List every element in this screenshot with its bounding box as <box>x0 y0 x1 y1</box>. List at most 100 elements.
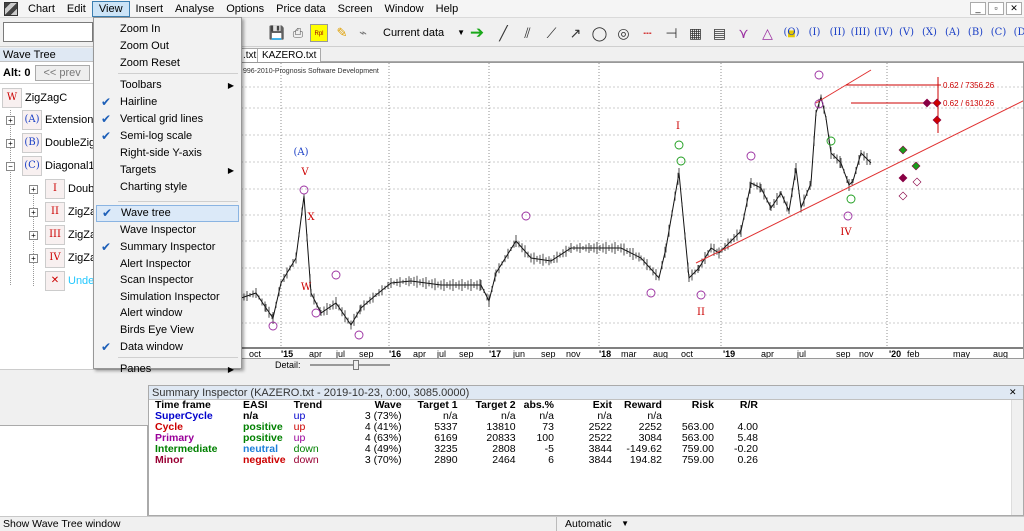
wave-button-d[interactable]: (D) <box>1010 22 1024 44</box>
tree-node-undefined[interactable]: ✕ Unde <box>45 271 94 291</box>
replay-icon[interactable]: Rpl <box>310 24 328 42</box>
summary-row[interactable]: Minor negative down 3 (70%) 2890 2464 6 3844 194… <box>151 455 762 466</box>
brush-icon[interactable]: ⌁ <box>354 24 372 42</box>
tree-node-wave-iv[interactable]: IV ZigZa <box>45 248 96 268</box>
menu-item-wave-inspector[interactable]: Wave Inspector <box>96 222 239 239</box>
menu-analyse[interactable]: Analyse <box>169 1 220 17</box>
close-icon[interactable]: ✕ <box>1009 388 1019 398</box>
menu-item-charting-style[interactable]: Charting style <box>96 179 239 196</box>
expand-icon[interactable]: + <box>29 208 38 217</box>
menu-item-label: Right-side Y-axis <box>120 147 202 159</box>
x-tick-label: nov <box>859 349 874 359</box>
mode-dropdown[interactable]: Automatic ▼ <box>556 517 632 531</box>
wave-button-c[interactable]: (C) <box>987 22 1010 44</box>
wave-button-b[interactable]: (B) <box>964 22 987 44</box>
expand-icon[interactable]: + <box>6 116 15 125</box>
expand-icon[interactable]: + <box>29 254 38 263</box>
checkmark-icon: ✔ <box>101 112 112 126</box>
tab-kazero[interactable]: KAZERO.txt <box>257 48 322 62</box>
menu-screen[interactable]: Screen <box>332 1 379 17</box>
wave-button-ii[interactable]: (II) <box>826 22 849 44</box>
minimize-icon[interactable]: _ <box>970 2 986 15</box>
tree-node-wave-iii[interactable]: III ZigZa <box>45 225 96 245</box>
wave-button-a[interactable]: (A) <box>941 22 964 44</box>
collapse-icon[interactable]: − <box>6 162 15 171</box>
app-logo-icon[interactable] <box>4 1 18 16</box>
pencil-icon[interactable]: ✎ <box>333 24 351 42</box>
menu-options[interactable]: Options <box>220 1 270 17</box>
current-data-dropdown[interactable]: Current data ▼ <box>383 24 467 42</box>
wave-button-x[interactable]: (X) <box>918 22 941 44</box>
fan-icon[interactable]: ⋎ <box>733 22 754 44</box>
wave-iv-icon: IV <box>45 248 65 268</box>
wave-button-i[interactable]: (I) <box>803 22 826 44</box>
menu-item-simulation-inspector[interactable]: Simulation Inspector <box>96 289 239 306</box>
menu-item-zoom-out[interactable]: Zoom Out <box>96 38 239 55</box>
save-icon[interactable]: 💾 <box>268 24 286 42</box>
summary-scrollbar[interactable] <box>1011 400 1023 515</box>
summary-cell-t2: 2464 <box>492 454 516 466</box>
grid-icon[interactable]: ▦ <box>685 22 706 44</box>
tree-node-extension[interactable]: (A) Extension3 <box>22 110 99 130</box>
tree-node-zigzagc[interactable]: W ZigZagC <box>2 88 67 108</box>
table-icon[interactable]: ▤ <box>709 22 730 44</box>
wave-button-v[interactable]: (V) <box>895 22 918 44</box>
expand-icon[interactable]: + <box>29 185 38 194</box>
menu-item-label: Zoom In <box>120 23 161 35</box>
menu-item-birds-eye-view[interactable]: Birds Eye View <box>96 322 239 339</box>
menu-item-label: Toolbars <box>120 79 162 91</box>
menu-window[interactable]: Window <box>379 1 430 17</box>
chart-scrollbar[interactable]: Detail: <box>240 359 1024 371</box>
menu-item-hairline[interactable]: Hairline ✔ <box>96 94 239 111</box>
horizontal-line-icon[interactable]: ⊣ <box>661 22 682 44</box>
line-tool-icon[interactable]: ╱ <box>493 22 514 44</box>
price-chart[interactable]: 0.62 / 7356.26 0.62 / 6130.26 996-2010-Pro… <box>240 62 1024 359</box>
symbol-input[interactable] <box>3 22 93 42</box>
prev-button[interactable]: << prev <box>34 64 90 81</box>
menu-help[interactable]: Help <box>430 1 465 17</box>
detail-slider[interactable] <box>310 364 390 366</box>
menu-item-toolbars[interactable]: Toolbars ▶ <box>96 77 239 94</box>
detail-slider-knob[interactable] <box>353 360 359 370</box>
menu-item-scan-inspector[interactable]: Scan Inspector <box>96 272 239 289</box>
tree-node-wave-i[interactable]: I Doubl <box>45 179 97 199</box>
restore-icon[interactable]: ▫ <box>988 2 1004 15</box>
ray-icon[interactable]: ↗ <box>565 22 586 44</box>
wave-button-o[interactable]: (O) <box>780 22 803 44</box>
expand-icon[interactable]: + <box>6 139 15 148</box>
tree-node-wave-ii[interactable]: II ZigZa <box>45 202 96 222</box>
tree-node-doublezigzag[interactable]: (B) DoubleZigZ <box>22 133 102 153</box>
menu-item-semi-log-scale[interactable]: Semi-log scale ✔ <box>96 128 239 145</box>
print-icon[interactable]: ⎙ <box>289 24 307 42</box>
menu-edit[interactable]: Edit <box>61 1 92 17</box>
go-arrow-icon[interactable]: ➔ <box>468 24 486 42</box>
menu-item-summary-inspector[interactable]: Summary Inspector ✔ <box>96 239 239 256</box>
menu-item-targets[interactable]: Targets ▶ <box>96 162 239 179</box>
menu-view[interactable]: View <box>91 0 130 17</box>
wave-button-iii[interactable]: (III) <box>849 22 872 44</box>
menu-item-data-window[interactable]: Data window ✔ <box>96 339 239 356</box>
menu-item-vertical-grid-lines[interactable]: Vertical grid lines ✔ <box>96 111 239 128</box>
detail-label: Detail: <box>275 360 301 370</box>
menu-item-zoom-reset[interactable]: Zoom Reset <box>96 55 239 72</box>
menu-item-alert-window[interactable]: Alert window <box>96 305 239 322</box>
menu-insert[interactable]: Insert <box>130 1 170 17</box>
menu-item-panes[interactable]: Panes ▶ <box>96 361 239 378</box>
parallel-lines-icon[interactable]: ⫽ <box>517 22 538 44</box>
menu-price-data[interactable]: Price data <box>270 1 332 17</box>
circle-icon[interactable]: ◯ <box>589 22 610 44</box>
menu-chart[interactable]: Chart <box>22 1 61 17</box>
close-icon[interactable]: ✕ <box>1006 2 1022 15</box>
dashed-line-icon[interactable]: ┄ <box>637 22 658 44</box>
channel-icon[interactable]: ⟋ <box>541 22 562 44</box>
menu-item-right-side-y-axis[interactable]: Right-side Y-axis <box>96 145 239 162</box>
tree-node-diagonal[interactable]: (C) Diagonal10 <box>22 156 101 176</box>
wave-button-iv[interactable]: (IV) <box>872 22 895 44</box>
triangle-icon[interactable]: △ <box>757 22 778 44</box>
expand-icon[interactable]: + <box>29 231 38 240</box>
menu-item-alert-inspector[interactable]: Alert Inspector <box>96 256 239 273</box>
menu-item-zoom-in[interactable]: Zoom In <box>96 21 239 38</box>
summary-table: Time frame EASI Trend Wave Target 1 Targ… <box>151 400 762 466</box>
spiral-icon[interactable]: ◎ <box>613 22 634 44</box>
menu-item-wave-tree[interactable]: Wave tree ✔ <box>96 205 239 222</box>
